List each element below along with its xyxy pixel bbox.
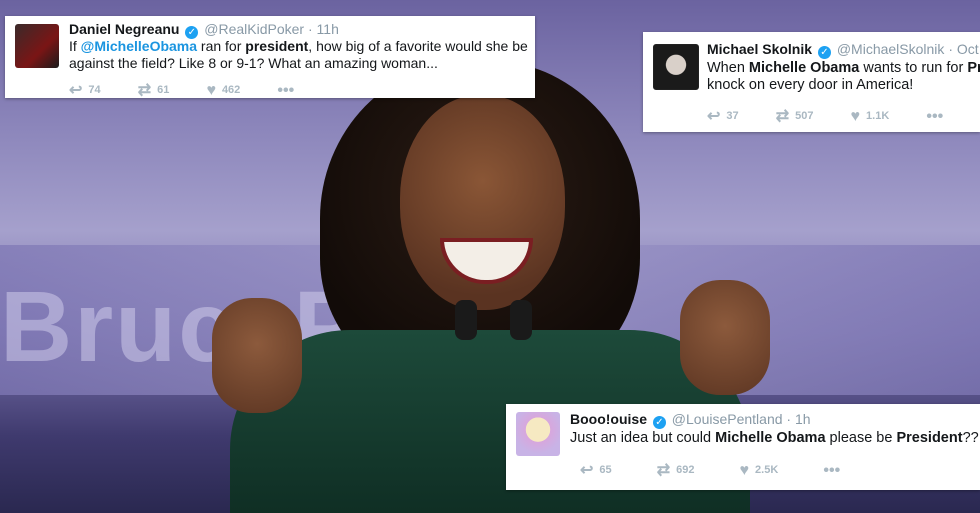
- tweet-header: Daniel Negreanu ✓ @RealKidPoker · 11h: [69, 21, 339, 39]
- more-button[interactable]: •••: [926, 108, 949, 126]
- author-handle[interactable]: @MichaelSkolnik: [837, 41, 945, 57]
- bold-keyword: Michelle Obama: [748, 60, 860, 76]
- retweet-count: 61: [157, 84, 170, 96]
- text-segment: wants to run for: [859, 60, 968, 76]
- author-name[interactable]: Daniel Negreanu: [69, 21, 179, 37]
- text-segment: ??: [962, 430, 979, 446]
- tweet-card-negreanu[interactable]: Daniel Negreanu ✓ @RealKidPoker · 11h If…: [5, 16, 535, 100]
- text-line: against the field? Like 8 or 9-1? What a…: [69, 55, 438, 71]
- reply-icon: ↩: [69, 82, 83, 99]
- timestamp[interactable]: 11h: [317, 21, 339, 37]
- right-fist: [680, 280, 770, 395]
- retweet-button[interactable]: ⇄ 507: [776, 106, 814, 126]
- more-button[interactable]: •••: [823, 462, 846, 480]
- microphone-right: [510, 300, 532, 340]
- like-icon: ♥: [739, 462, 750, 479]
- bold-keyword: president: [245, 38, 309, 54]
- author-handle[interactable]: @RealKidPoker: [204, 21, 304, 37]
- retweet-icon: ⇄: [656, 462, 671, 479]
- reply-button[interactable]: ↩ 74: [69, 80, 101, 100]
- retweet-button[interactable]: ⇄ 61: [138, 80, 170, 100]
- text-segment: ran for: [197, 38, 246, 54]
- bold-keyword: Michelle Obama: [715, 430, 826, 446]
- tweet-header: Michael Skolnik ✓ @MichaelSkolnik · Oct …: [707, 41, 980, 59]
- separator-dot: ·: [948, 41, 953, 57]
- timestamp[interactable]: Oct 13: [957, 41, 980, 57]
- left-fist: [212, 298, 302, 413]
- reply-count: 74: [88, 84, 101, 96]
- avatar[interactable]: [653, 44, 699, 90]
- text-segment: When: [707, 60, 749, 76]
- verified-icon: ✓: [652, 416, 666, 429]
- text-segment: Just an idea but could: [570, 430, 716, 446]
- tweet-actions: ↩ 37 ⇄ 507 ♥ 1.1K •••: [707, 106, 980, 126]
- tweet-actions: ↩ 74 ⇄ 61 ♥ 462 •••: [69, 80, 334, 100]
- tweet-header: Booo!ouise ✓ @LouisePentland · 1h: [570, 411, 811, 429]
- like-icon: ♥: [206, 82, 216, 99]
- retweet-icon: ⇄: [775, 108, 790, 125]
- avatar[interactable]: [15, 24, 59, 68]
- retweet-icon: ⇄: [137, 82, 152, 99]
- like-count: 1.1K: [866, 110, 890, 122]
- bold-keyword: Pres: [967, 60, 980, 76]
- text-segment: If: [69, 38, 81, 54]
- separator-dot: ·: [786, 411, 792, 427]
- tweet-text: If @MichelleObama ran for president, how…: [69, 38, 528, 72]
- tweet-text: When Michelle Obama wants to run for Pre…: [707, 60, 980, 94]
- text-segment: please be: [825, 430, 897, 446]
- reply-count: 65: [599, 464, 612, 476]
- reply-button[interactable]: ↩ 37: [707, 106, 739, 126]
- like-icon: ♥: [850, 108, 861, 125]
- tweet-text: Just an idea but could Michelle Obama pl…: [570, 430, 979, 447]
- more-icon: •••: [926, 108, 944, 125]
- timestamp[interactable]: 1h: [795, 411, 811, 427]
- bold-keyword: President: [896, 430, 963, 446]
- tweet-actions: ↩ 65 ⇄ 692 ♥ 2.5K •••: [580, 460, 880, 480]
- verified-icon: ✓: [817, 46, 831, 59]
- like-button[interactable]: ♥ 462: [206, 82, 240, 100]
- tweet-card-pentland[interactable]: Booo!ouise ✓ @LouisePentland · 1h Just a…: [506, 404, 980, 490]
- text-line: knock on every door in America!: [707, 77, 914, 93]
- reply-count: 37: [726, 110, 739, 122]
- mention-link[interactable]: @MichelleObama: [81, 38, 197, 54]
- text-segment: , how big of a favorite would she be: [308, 38, 528, 54]
- reply-icon: ↩: [707, 108, 721, 125]
- reply-button[interactable]: ↩ 65: [580, 460, 612, 480]
- more-icon: •••: [823, 462, 841, 479]
- tweet-card-skolnik[interactable]: Michael Skolnik ✓ @MichaelSkolnik · Oct …: [643, 32, 980, 132]
- reply-icon: ↩: [580, 462, 594, 479]
- like-count: 2.5K: [755, 464, 779, 476]
- more-icon: •••: [277, 82, 295, 99]
- like-button[interactable]: ♥ 1.1K: [851, 108, 890, 126]
- more-button[interactable]: •••: [277, 82, 300, 100]
- avatar[interactable]: [516, 412, 560, 456]
- retweet-count: 692: [676, 464, 695, 476]
- like-count: 462: [221, 84, 241, 96]
- retweet-count: 507: [795, 110, 814, 122]
- author-name[interactable]: Michael Skolnik: [707, 41, 812, 57]
- microphone-left: [455, 300, 477, 340]
- author-name[interactable]: Booo!ouise: [570, 411, 647, 427]
- like-button[interactable]: ♥ 2.5K: [740, 462, 779, 480]
- retweet-button[interactable]: ⇄ 692: [657, 460, 695, 480]
- separator-dot: ·: [307, 21, 313, 37]
- author-handle[interactable]: @LouisePentland: [672, 411, 783, 427]
